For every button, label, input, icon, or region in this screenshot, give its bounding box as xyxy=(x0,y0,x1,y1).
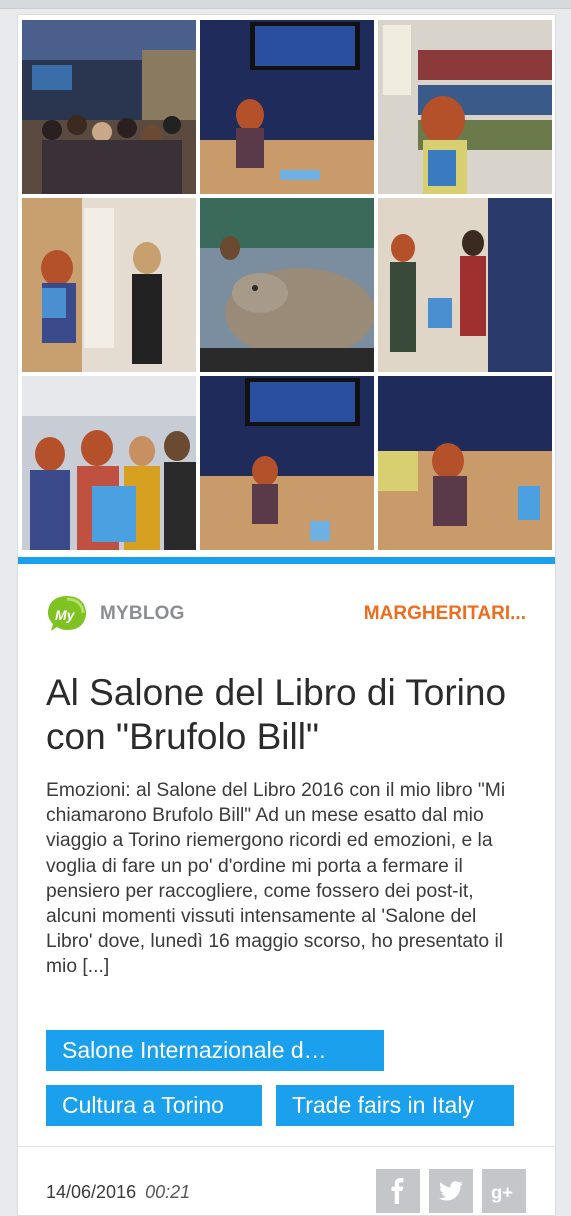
footer-divider xyxy=(18,1146,555,1147)
gallery-photo-crowd[interactable] xyxy=(378,198,552,372)
post-card: My MYBLOG MARGHERITARI... Al Salone del … xyxy=(17,14,556,1216)
google-plus-icon: g+ xyxy=(491,1182,513,1203)
tag-salone-internazionale[interactable]: Salone Internazionale d… xyxy=(46,1030,384,1071)
twitter-icon xyxy=(439,1181,463,1201)
gallery-photo-bookshelf[interactable] xyxy=(378,20,552,194)
gallery-photo-speaker[interactable] xyxy=(200,20,374,194)
post-title[interactable]: Al Salone del Libro di Torino con "Brufo… xyxy=(46,671,516,759)
accent-bar xyxy=(18,557,555,564)
facebook-icon xyxy=(391,1178,404,1204)
gallery-photo-booth[interactable] xyxy=(22,198,196,372)
gallery-photo-stage-close[interactable] xyxy=(378,376,552,550)
blog-name[interactable]: MYBLOG xyxy=(100,603,185,625)
author-link[interactable]: MARGHERITARI... xyxy=(364,603,526,625)
myblog-logo-icon[interactable]: My xyxy=(46,593,88,635)
google-plus-share-button[interactable]: g+ xyxy=(482,1169,526,1213)
browser-top-strip xyxy=(0,0,571,9)
gallery-photo-stage-wide[interactable] xyxy=(200,376,374,550)
svg-text:My: My xyxy=(55,607,76,623)
gallery-photo-group[interactable] xyxy=(22,376,196,550)
photo-gallery xyxy=(22,20,553,555)
svg-text:g+: g+ xyxy=(491,1182,513,1203)
tag-cultura-torino[interactable]: Cultura a Torino xyxy=(46,1085,262,1126)
gallery-photo-dinosaur[interactable] xyxy=(200,198,374,372)
twitter-share-button[interactable] xyxy=(429,1169,473,1213)
post-time: 00:21 xyxy=(145,1182,191,1202)
tag-trade-fairs-italy[interactable]: Trade fairs in Italy xyxy=(276,1085,514,1126)
post-date-value: 14/06/2016 xyxy=(46,1182,137,1202)
post-source: My MYBLOG MARGHERITARI... xyxy=(46,593,546,635)
facebook-share-button[interactable] xyxy=(376,1169,420,1213)
gallery-photo-audience[interactable] xyxy=(22,20,196,194)
post-excerpt: Emozioni: al Salone del Libro 2016 con i… xyxy=(46,780,506,978)
